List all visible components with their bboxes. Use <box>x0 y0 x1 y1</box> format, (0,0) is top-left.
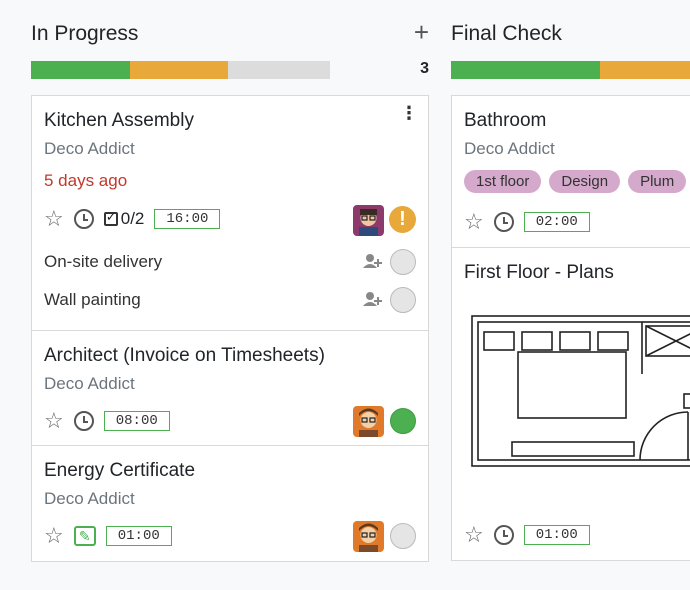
task-card-kitchen-assembly[interactable]: Kitchen Assembly ⋮ Deco Addict 5 days ag… <box>31 95 429 331</box>
allocated-hours[interactable]: 08:00 <box>103 411 170 431</box>
avatar[interactable] <box>353 205 384 236</box>
subtask-status-circle[interactable] <box>390 287 416 313</box>
clock-icon[interactable] <box>493 525 514 545</box>
star-icon[interactable]: ☆ <box>464 524 484 546</box>
task-card-architect[interactable]: Architect (Invoice on Timesheets) Deco A… <box>31 330 429 446</box>
column-final-check: Final Check Bathroom Deco Addict 1st flo… <box>451 0 690 561</box>
card-title: Energy Certificate <box>44 460 196 481</box>
status-circle[interactable] <box>390 523 416 549</box>
card-title: Bathroom <box>464 110 547 131</box>
checklist-counter[interactable]: 0/2 <box>103 209 145 229</box>
card-customer: Deco Addict <box>44 374 135 393</box>
subtask-status-circle[interactable] <box>390 249 416 275</box>
progress-done-segment[interactable] <box>451 61 600 79</box>
card-customer: Deco Addict <box>44 139 135 158</box>
tag[interactable]: Design <box>549 170 621 193</box>
avatar-image <box>353 205 384 236</box>
column-title: In Progress <box>31 22 139 45</box>
avatar[interactable] <box>353 406 384 437</box>
tag-list: 1st floor Design Plum <box>464 170 687 193</box>
assign-user-icon[interactable] <box>362 291 384 312</box>
task-card-first-floor-plans[interactable]: First Floor - Plans ☆ 01:00 <box>451 247 690 561</box>
star-icon[interactable]: ☆ <box>44 525 64 547</box>
card-customer: Deco Addict <box>464 139 555 158</box>
column-progress-bar[interactable] <box>31 61 330 79</box>
progress-in-progress-segment[interactable] <box>600 61 690 79</box>
card-title: First Floor - Plans <box>464 262 614 283</box>
allocated-hours[interactable]: 16:00 <box>154 209 221 229</box>
card-customer: Deco Addict <box>44 489 135 508</box>
card-footer: ☆ 08:00 <box>44 410 170 432</box>
floorplan-image <box>471 315 690 467</box>
task-card-bathroom[interactable]: Bathroom Deco Addict 1st floor Design Pl… <box>451 95 690 248</box>
tag[interactable]: 1st floor <box>464 170 542 193</box>
warning-status-icon[interactable]: ! <box>389 206 416 233</box>
subtask-label: On-site delivery <box>44 252 163 271</box>
subtask-row[interactable]: Wall painting <box>44 286 416 314</box>
column-header: Final Check <box>451 0 690 54</box>
allocated-hours[interactable]: 01:00 <box>105 526 172 546</box>
column-count: 3 <box>420 60 429 77</box>
card-footer: ☆ 0/2 16:00 <box>44 208 221 230</box>
star-icon[interactable]: ☆ <box>464 211 484 233</box>
card-title: Kitchen Assembly <box>44 110 194 131</box>
tag[interactable]: Plum <box>628 170 687 193</box>
avatar-image <box>353 521 384 552</box>
card-deadline: 5 days ago <box>44 171 128 190</box>
status-done-circle[interactable] <box>390 408 416 434</box>
add-card-icon[interactable]: + <box>414 19 429 45</box>
subtask-row[interactable]: On-site delivery <box>44 248 416 276</box>
column-header: In Progress + <box>31 0 429 54</box>
progress-done-segment[interactable] <box>31 61 130 79</box>
card-footer: ☆ 01:00 <box>464 524 590 546</box>
allocated-hours[interactable]: 01:00 <box>523 525 590 545</box>
column-title: Final Check <box>451 22 562 45</box>
clock-icon[interactable] <box>493 212 514 232</box>
edit-icon[interactable]: ✎ <box>73 526 96 546</box>
card-footer: ☆ ✎ 01:00 <box>44 525 172 547</box>
task-card-energy-certificate[interactable]: Energy Certificate Deco Addict ☆ ✎ 01:00 <box>31 445 429 562</box>
card-footer: ☆ 02:00 <box>464 211 590 233</box>
clock-icon[interactable] <box>73 411 94 431</box>
star-icon[interactable]: ☆ <box>44 208 64 230</box>
assign-user-icon[interactable] <box>362 253 384 274</box>
allocated-hours[interactable]: 02:00 <box>523 212 590 232</box>
card-title: Architect (Invoice on Timesheets) <box>44 345 325 366</box>
avatar-image <box>353 406 384 437</box>
star-icon[interactable]: ☆ <box>44 410 64 432</box>
clock-icon[interactable] <box>73 209 94 229</box>
subtask-label: Wall painting <box>44 290 141 309</box>
progress-in-progress-segment[interactable] <box>129 61 229 79</box>
column-in-progress: In Progress + 3 Kitchen Assembly ⋮ Deco … <box>31 0 429 562</box>
checklist-value: 0/2 <box>120 209 145 228</box>
avatar[interactable] <box>353 521 384 552</box>
checkbox-icon <box>103 209 118 226</box>
kebab-menu-icon[interactable]: ⋮ <box>400 104 418 122</box>
column-progress-bar[interactable] <box>451 61 690 79</box>
